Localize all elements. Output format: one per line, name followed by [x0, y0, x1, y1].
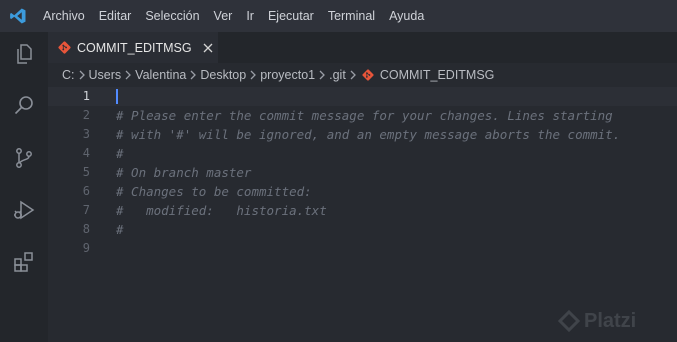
breadcrumb-item[interactable]: Valentina: [135, 68, 186, 82]
line-text: #: [116, 222, 124, 237]
vscode-logo-icon: [0, 0, 36, 32]
editor-line[interactable]: 3 # with '#' will be ignored, and an emp…: [48, 125, 677, 144]
explorer-icon[interactable]: [0, 34, 48, 74]
menu-archivo[interactable]: Archivo: [36, 0, 92, 32]
platzi-logo-icon: [558, 310, 580, 332]
watermark-text: Platzi: [584, 309, 637, 332]
editor-line[interactable]: 4 #: [48, 144, 677, 163]
activity-bar: [0, 32, 48, 342]
line-number: 2: [82, 108, 90, 122]
search-icon[interactable]: [0, 85, 48, 125]
editor-line[interactable]: 9: [48, 239, 677, 258]
editor-line[interactable]: 8 #: [48, 220, 677, 239]
breadcrumb-item[interactable]: proyecto1: [260, 68, 315, 82]
breadcrumb-item[interactable]: Desktop: [200, 68, 246, 82]
line-number: 5: [82, 165, 90, 179]
menu-terminal[interactable]: Terminal: [321, 0, 382, 32]
close-icon[interactable]: [202, 42, 214, 54]
breadcrumb-item[interactable]: C:: [62, 68, 75, 82]
line-number: 6: [82, 184, 90, 198]
line-text: # with '#' will be ignored, and an empty…: [116, 127, 621, 142]
tab-commit-editmsg[interactable]: COMMIT_EDITMSG: [48, 32, 218, 63]
editor-line[interactable]: 1: [48, 87, 677, 106]
chevron-right-icon: [246, 63, 260, 87]
tab-label: COMMIT_EDITMSG: [77, 40, 192, 55]
menu-ver[interactable]: Ver: [207, 0, 240, 32]
chevron-right-icon: [346, 63, 360, 87]
menu-bar: Archivo Editar Selección Ver Ir Ejecutar…: [0, 0, 677, 32]
source-control-icon[interactable]: [0, 138, 48, 178]
menu-seleccion[interactable]: Selección: [138, 0, 206, 32]
tab-bar: COMMIT_EDITMSG: [48, 32, 677, 63]
menu-ejecutar[interactable]: Ejecutar: [261, 0, 321, 32]
extensions-icon[interactable]: [0, 242, 48, 282]
breadcrumb-item[interactable]: .git: [329, 68, 346, 82]
git-icon: [58, 41, 71, 54]
line-text: # On branch master: [116, 165, 252, 180]
line-text: # modified: historia.txt: [116, 203, 327, 218]
line-text: # Please enter the commit message for yo…: [116, 108, 613, 123]
git-icon: [362, 69, 374, 81]
breadcrumb-item-file[interactable]: COMMIT_EDITMSG: [380, 68, 495, 82]
editor-line[interactable]: 6 # Changes to be committed:: [48, 182, 677, 201]
line-number: 4: [82, 146, 90, 160]
line-number: 8: [82, 222, 90, 236]
breadcrumb-item[interactable]: Users: [89, 68, 122, 82]
menu-ir[interactable]: Ir: [239, 0, 261, 32]
line-number: 7: [82, 203, 90, 217]
menu-ayuda[interactable]: Ayuda: [382, 0, 431, 32]
text-cursor: [116, 89, 118, 104]
editor-line[interactable]: 7 # modified: historia.txt: [48, 201, 677, 220]
breadcrumb: C: Users Valentina Desktop proyecto1 .gi…: [48, 63, 677, 87]
line-number: 3: [82, 127, 90, 141]
line-text: # Changes to be committed:: [116, 184, 312, 199]
chevron-right-icon: [121, 63, 135, 87]
run-debug-icon[interactable]: [0, 190, 48, 230]
platzi-watermark: Platzi: [558, 307, 636, 335]
menu-editar[interactable]: Editar: [92, 0, 139, 32]
line-number: 1: [82, 89, 90, 103]
line-text: #: [116, 146, 124, 161]
chevron-right-icon: [315, 63, 329, 87]
line-number: 9: [82, 241, 90, 255]
chevron-right-icon: [75, 63, 89, 87]
chevron-right-icon: [186, 63, 200, 87]
editor-line[interactable]: 2 # Please enter the commit message for …: [48, 106, 677, 125]
editor-line[interactable]: 5 # On branch master: [48, 163, 677, 182]
editor[interactable]: 1 2 # Please enter the commit message fo…: [48, 87, 677, 342]
